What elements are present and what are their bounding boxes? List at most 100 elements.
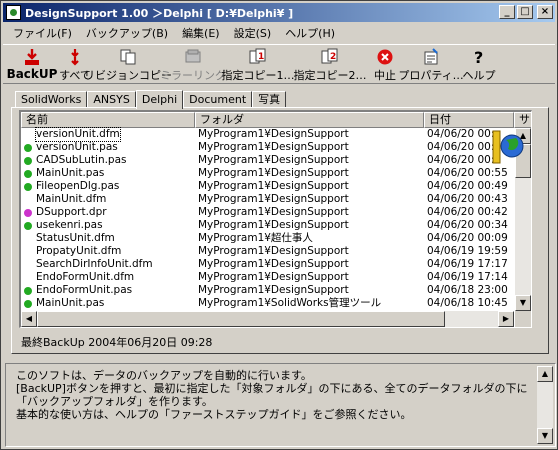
- file-name: MainUnit.pas: [36, 167, 105, 179]
- file-list[interactable]: 名前 フォルダ 日付 サイ versionUnit.dfm MyProgram1¥…: [19, 110, 532, 328]
- tab-photos[interactable]: 写真: [252, 91, 287, 108]
- list-item[interactable]: SearchDirInfoUnit.dfm MyProgram1¥DesignSu…: [21, 258, 516, 271]
- list-item-name-cell: FileopenDlg.pas: [21, 180, 195, 193]
- file-name: SearchDirInfoUnit.dfm: [36, 258, 153, 270]
- properties-label: プロパティ…: [398, 69, 464, 82]
- maximize-button[interactable]: □: [517, 5, 533, 19]
- list-item[interactable]: versionUnit.pas MyProgram1¥DesignSupport 0…: [21, 141, 516, 154]
- info-scroll-up-button[interactable]: ▲: [537, 366, 553, 382]
- svg-text:1: 1: [258, 52, 264, 62]
- svg-text:2: 2: [330, 52, 336, 62]
- file-name: EndoFormUnit.dfm: [36, 271, 135, 283]
- specified-copy-1-button[interactable]: 1 指定コピー1…: [222, 45, 295, 83]
- info-scroll-down-button[interactable]: ▼: [537, 428, 553, 444]
- list-item-name-cell: SearchDirInfoUnit.dfm: [21, 258, 195, 271]
- status-dot-icon: [24, 143, 32, 152]
- info-scrollbar[interactable]: ▲ ▼: [537, 366, 553, 444]
- stop-icon: [377, 49, 393, 65]
- app-icon[interactable]: [6, 5, 21, 20]
- properties-button[interactable]: プロパティ…: [398, 45, 464, 83]
- info-line: [BackUP]ボタンを押すと、最初に指定した「対象フォルダ」の下にある、全ての…: [16, 382, 528, 395]
- info-text: このソフトは、データのバックアップを自動的に行います。 [BackUP]ボタンを…: [16, 369, 528, 421]
- menu-help[interactable]: ヘルプ(H): [279, 25, 343, 41]
- scroll-left-button[interactable]: ◀: [21, 311, 37, 327]
- file-date: 04/06/18 10:45: [427, 297, 508, 309]
- scroll-right-button[interactable]: ▶: [498, 311, 514, 327]
- backup-button[interactable]: BackUP: [7, 45, 57, 83]
- list-item-name-cell: EndoFormUnit.pas: [21, 284, 195, 297]
- tab-document[interactable]: Document: [183, 91, 253, 108]
- mirror-icon: [185, 49, 201, 63]
- tab-ansys[interactable]: ANSYS: [87, 91, 136, 108]
- column-header-folder[interactable]: フォルダ: [195, 112, 424, 128]
- file-name: versionUnit.dfm: [35, 127, 121, 142]
- file-folder: MyProgram1¥DesignSupport: [198, 128, 349, 140]
- menu-backup[interactable]: バックアップ(B): [80, 25, 176, 41]
- copy2-label: 指定コピー2…: [293, 69, 367, 82]
- list-item[interactable]: StatusUnit.dfm MyProgram1¥超仕事人 04/06/20 00…: [21, 232, 516, 245]
- minimize-button[interactable]: _: [499, 5, 515, 19]
- list-item[interactable]: MainUnit.dfm MyProgram1¥DesignSupport 04/0…: [21, 193, 516, 206]
- revision-copy-label: リビジョンコピー: [84, 69, 172, 82]
- list-item[interactable]: MainUnit.pas MyProgram1¥DesignSupport 04/0…: [21, 167, 516, 180]
- file-folder: MyProgram1¥DesignSupport: [198, 271, 349, 283]
- file-name: versionUnit.pas: [36, 141, 118, 153]
- main-window: DesignSupport 1.00 ＞Delphi [ D:¥Delphi¥ …: [0, 0, 558, 450]
- list-item[interactable]: DSupport.dpr MyProgram1¥DesignSupport 04/0…: [21, 206, 516, 219]
- info-line: 基本的な使い方は、ヘルプの「ファーストステップガイド」をご参照ください。: [16, 408, 412, 421]
- horizontal-scroll-thumb[interactable]: [37, 311, 445, 327]
- specified-copy-2-button[interactable]: 2 指定コピー2…: [293, 45, 367, 83]
- title-bar[interactable]: DesignSupport 1.00 ＞Delphi [ D:¥Delphi¥ …: [3, 3, 555, 22]
- stop-label: 中止: [374, 69, 396, 82]
- file-date: 04/06/20 00:42: [427, 206, 508, 218]
- list-item[interactable]: CADSubLutin.pas MyProgram1¥DesignSupport 0…: [21, 154, 516, 167]
- list-item-name-cell: EndoFormUnit.dfm: [21, 271, 195, 284]
- tab-solidworks[interactable]: SolidWorks: [15, 91, 88, 108]
- column-header-name[interactable]: 名前: [21, 112, 195, 128]
- info-panel: このソフトは、データのバックアップを自動的に行います。 [BackUP]ボタンを…: [5, 363, 556, 447]
- list-item[interactable]: MainUnit.pas MyProgram1¥SolidWorks管理ツール 04…: [21, 297, 516, 310]
- file-folder: MyProgram1¥DesignSupport: [198, 219, 349, 231]
- help-question-icon: ?: [474, 48, 483, 66]
- file-name: StatusUnit.dfm: [36, 232, 115, 244]
- close-button[interactable]: ×: [537, 5, 553, 19]
- list-item[interactable]: usekenri.pas MyProgram1¥DesignSupport 04/0…: [21, 219, 516, 232]
- file-folder: MyProgram1¥DesignSupport: [198, 141, 349, 153]
- file-date: 04/06/20 00:43: [427, 193, 508, 205]
- info-line: このソフトは、データのバックアップを自動的に行います。: [16, 369, 312, 382]
- mirroring-button[interactable]: ミラーリング: [160, 45, 226, 83]
- file-folder: MyProgram1¥DesignSupport: [198, 206, 349, 218]
- menu-file[interactable]: ファイル(F): [7, 25, 80, 41]
- list-item[interactable]: PropatyUnit.dfm MyProgram1¥DesignSupport 0…: [21, 245, 516, 258]
- status-dot-icon: [24, 169, 32, 178]
- tab-delphi[interactable]: Delphi: [135, 90, 184, 109]
- column-header-size[interactable]: サイ: [514, 112, 531, 128]
- list-item-name-cell: versionUnit.dfm: [21, 127, 195, 142]
- file-folder: MyProgram1¥超仕事人: [198, 232, 313, 244]
- scroll-down-button[interactable]: ▼: [515, 295, 531, 311]
- menu-settings[interactable]: 設定(S): [228, 25, 280, 41]
- menu-edit[interactable]: 編集(E): [176, 25, 228, 41]
- menu-bar: ファイル(F) バックアップ(B) 編集(E) 設定(S) ヘルプ(H): [3, 23, 555, 43]
- file-date: 04/06/19 17:17: [427, 258, 508, 270]
- status-dot-icon: [24, 221, 32, 230]
- backup-arrow-icon: [25, 49, 39, 65]
- file-date: 04/06/20 00:09: [427, 232, 508, 244]
- list-item-name-cell: StatusUnit.dfm: [21, 232, 195, 245]
- file-folder: MyProgram1¥SolidWorks管理ツール: [198, 297, 382, 309]
- list-item[interactable]: EndoFormUnit.pas MyProgram1¥DesignSupport…: [21, 284, 516, 297]
- status-dot-icon: [24, 299, 32, 308]
- copy-1-icon: 1: [249, 48, 266, 64]
- file-date: 04/06/20 00:49: [427, 180, 508, 192]
- double-arrow-icon: [71, 49, 79, 66]
- file-name: MainUnit.pas: [36, 297, 105, 309]
- help-button[interactable]: ? ヘルプ: [459, 45, 499, 83]
- revision-copy-button[interactable]: リビジョンコピー: [84, 45, 172, 83]
- horizontal-scrollbar[interactable]: ◀ ▶: [21, 311, 514, 327]
- list-item[interactable]: FileopenDlg.pas MyProgram1¥DesignSupport 0…: [21, 180, 516, 193]
- mirroring-label: ミラーリング: [160, 69, 226, 82]
- file-name: CADSubLutin.pas: [36, 154, 127, 166]
- column-header-date[interactable]: 日付: [424, 112, 514, 128]
- list-item[interactable]: versionUnit.dfm MyProgram1¥DesignSupport 0…: [21, 127, 516, 142]
- list-item[interactable]: EndoFormUnit.dfm MyProgram1¥DesignSupport…: [21, 271, 516, 284]
